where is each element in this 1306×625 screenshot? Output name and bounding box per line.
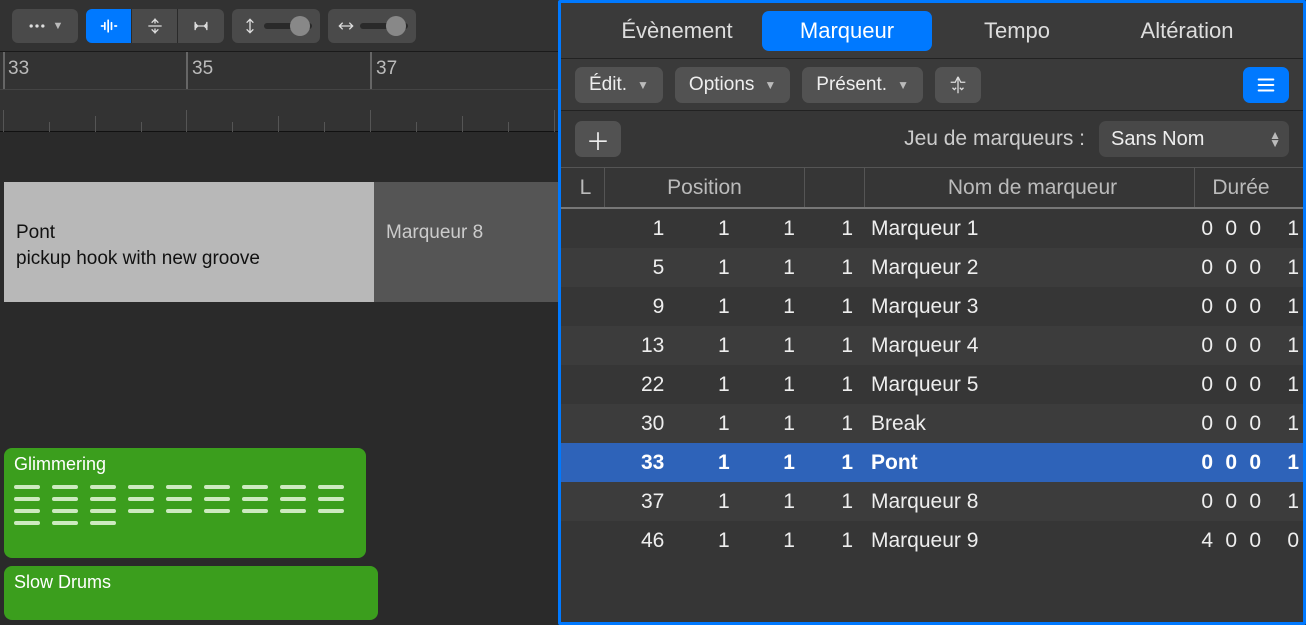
chevron-down-icon: ▼	[637, 78, 649, 92]
table-row[interactable]: 30111Break0001	[561, 404, 1303, 443]
marker-set-select[interactable]: Sans Nom ▲▼	[1099, 121, 1289, 157]
marker-name: Pont	[16, 220, 362, 246]
timeline-toolbar: ▼	[0, 0, 558, 52]
waveform-icon	[99, 16, 119, 36]
marker-set-bar: ＋ Jeu de marqueurs : Sans Nom ▲▼	[561, 111, 1303, 167]
table-row[interactable]: 5111Marqueur 20001	[561, 248, 1303, 287]
marker-set-label: Jeu de marqueurs :	[904, 127, 1085, 151]
list-view-button[interactable]	[1243, 67, 1289, 103]
table-row[interactable]: 22111Marqueur 50001	[561, 365, 1303, 404]
table-row[interactable]: 13111Marqueur 40001	[561, 326, 1303, 365]
ruler-label: 37	[376, 58, 397, 80]
collapse-mode-button[interactable]	[132, 9, 178, 43]
audio-region-glimmering[interactable]: Glimmering	[4, 448, 366, 558]
timeline-ruler[interactable]: 33 35 37	[0, 52, 558, 132]
marker-note: pickup hook with new groove	[16, 246, 362, 272]
view-menu[interactable]: Présent.▼	[802, 67, 923, 103]
stretch-horizontal-icon	[191, 16, 211, 36]
list-editor-tabbar: Évènement Marqueur Tempo Altération	[561, 3, 1303, 59]
timeline-pane: ▼	[0, 0, 558, 625]
stretch-mode-button[interactable]	[178, 9, 224, 43]
horizontal-zoom-slider[interactable]	[360, 23, 408, 29]
marker-block-next[interactable]: Marqueur 8	[374, 182, 558, 302]
list-editor-menubar: Édit.▼ Options▼ Présent.▼	[561, 59, 1303, 111]
tab-signature[interactable]: Altération	[1102, 11, 1272, 51]
table-row[interactable]: 46111Marqueur 94000	[561, 521, 1303, 560]
col-position[interactable]: Position	[605, 168, 805, 207]
region-name: Glimmering	[14, 454, 356, 475]
vertical-zoom-slider[interactable]	[264, 23, 312, 29]
chevron-down-icon: ▼	[764, 78, 776, 92]
ruler-ticks	[0, 90, 558, 132]
edit-menu[interactable]: Édit.▼	[575, 67, 663, 103]
marker-table-body: 1111Marqueur 100015111Marqueur 200019111…	[561, 209, 1303, 622]
marker-table-header: L Position Nom de marqueur Durée	[561, 167, 1303, 209]
collapse-vertical-icon	[145, 16, 165, 36]
edit-mode-segmented	[86, 9, 224, 43]
horizontal-arrows-icon	[336, 16, 356, 36]
filter-button[interactable]	[935, 67, 981, 103]
add-marker-button[interactable]: ＋	[575, 121, 621, 157]
table-row[interactable]: 9111Marqueur 30001	[561, 287, 1303, 326]
table-row[interactable]: 1111Marqueur 10001	[561, 209, 1303, 248]
ruler-label: 33	[8, 58, 29, 80]
region-name: Slow Drums	[14, 572, 368, 593]
options-menu[interactable]: Options▼	[675, 67, 790, 103]
marker-name: Marqueur 8	[374, 182, 558, 246]
horizontal-zoom-control[interactable]	[328, 9, 416, 43]
list-editor-pane: Évènement Marqueur Tempo Altération Édit…	[558, 0, 1306, 625]
region-waveform-icon	[14, 485, 356, 525]
tab-marker[interactable]: Marqueur	[762, 11, 932, 51]
table-row[interactable]: 37111Marqueur 80001	[561, 482, 1303, 521]
col-name[interactable]: Nom de marqueur	[865, 168, 1195, 207]
table-row[interactable]: 33111Pont0001	[561, 443, 1303, 482]
audio-region-slow-drums[interactable]: Slow Drums	[4, 566, 378, 620]
chevron-down-icon: ▼	[897, 78, 909, 92]
vertical-zoom-control[interactable]	[232, 9, 320, 43]
col-l[interactable]: L	[567, 168, 605, 207]
filter-icon	[947, 74, 969, 96]
updown-icon: ▲▼	[1269, 131, 1281, 147]
ellipsis-icon	[27, 16, 47, 36]
ruler-label: 35	[192, 58, 213, 80]
marker-block-selected[interactable]: Pont pickup hook with new groove	[4, 182, 374, 302]
tab-event[interactable]: Évènement	[592, 11, 762, 51]
list-icon	[1255, 74, 1277, 96]
marker-lane: Pont pickup hook with new groove Marqueu…	[4, 182, 558, 302]
tool-menu-button[interactable]: ▼	[12, 9, 78, 43]
col-duration[interactable]: Durée	[1195, 168, 1305, 207]
vertical-arrows-icon	[240, 16, 260, 36]
tab-tempo[interactable]: Tempo	[932, 11, 1102, 51]
waveform-mode-button[interactable]	[86, 9, 132, 43]
